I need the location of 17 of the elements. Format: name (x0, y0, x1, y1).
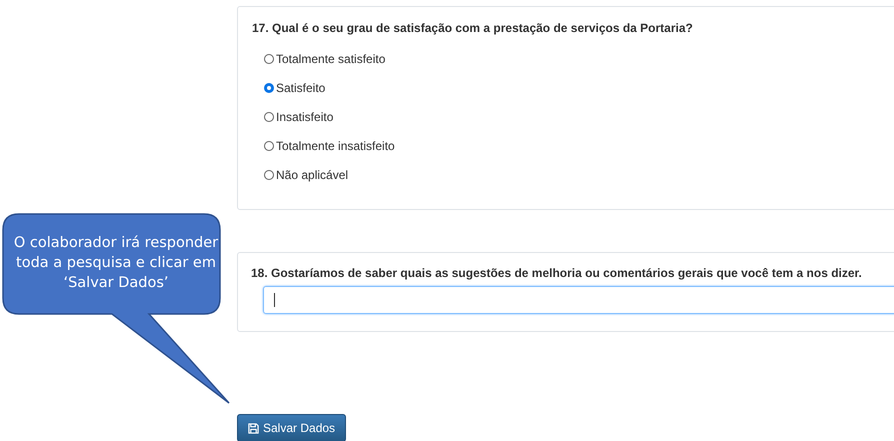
save-button[interactable]: Salvar Dados (237, 414, 346, 441)
option-label: Insatisfeito (276, 110, 334, 124)
text-cursor (274, 293, 275, 307)
radio-button[interactable] (264, 170, 274, 180)
radio-button[interactable] (264, 54, 274, 64)
option-label: Não aplicável (276, 168, 348, 182)
radio-button[interactable] (264, 141, 274, 151)
option-label: Satisfeito (276, 81, 326, 95)
save-icon (248, 422, 259, 434)
option-label: Totalmente satisfeito (276, 52, 386, 66)
question-text: 17. Qual é o seu grau de satisfação com a prestação de serviços da Portaria? (252, 21, 694, 35)
question-text: 18. Gostaríamos de saber quais as sugestões de melhoria ou comentários gerais que você tem a nos dizer. (251, 266, 863, 280)
callout-text: O colaborador irá responder toda a pesquisa e clicar em ‘Salvar Dados’ (12, 234, 220, 293)
radio-button[interactable] (264, 112, 274, 122)
input-field[interactable] (263, 286, 894, 314)
radio-button[interactable] (264, 83, 274, 93)
option-label: Totalmente insatisfeito (276, 139, 395, 153)
